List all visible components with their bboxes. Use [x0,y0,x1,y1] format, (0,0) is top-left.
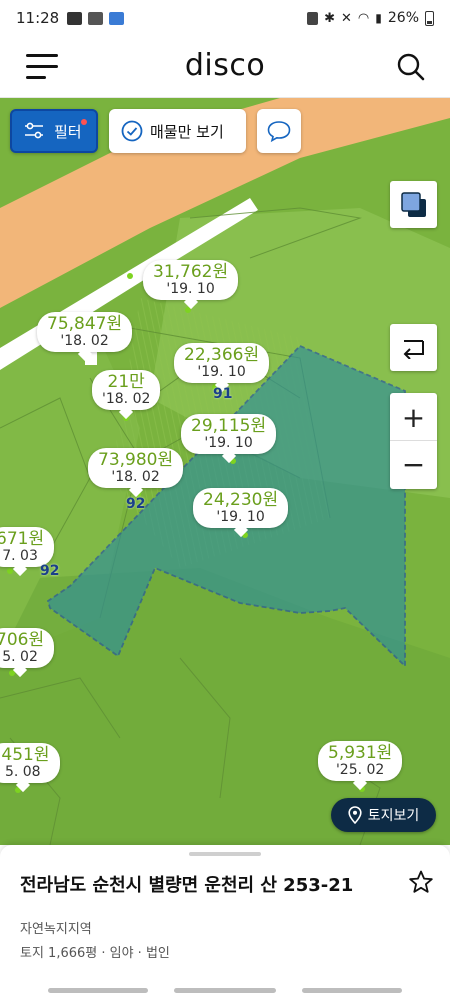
zoom-out-button[interactable]: − [390,441,437,488]
listing-only-toggle[interactable]: 매물만 보기 [109,109,246,153]
price-amount: 24,230원 [203,490,279,510]
land-view-label: 토지보기 [367,808,420,824]
price-tag[interactable]: 706원 5. 02 [0,628,55,677]
lot-number: 91 [213,386,233,402]
bluetooth-icon: ✱ [324,10,336,26]
price-date: 5. 02 [2,648,38,665]
price-tag[interactable]: 73,980원 '18. 02 [88,448,184,497]
price-amount: 22,366원 [184,345,260,365]
nav-back-handle[interactable] [48,988,148,993]
layers-icon [400,191,426,217]
star-outline-icon[interactable] [408,869,434,895]
signal-icon: ▮ [375,11,382,25]
chat-button[interactable] [257,109,301,153]
price-amount: 21만 [107,372,145,392]
return-arrow-icon [403,339,424,359]
property-address: 전라남도 순천시 별량면 운천리 산 253-21 [20,875,354,896]
status-bar: 11:28 ✱ ✕ ◠ ▮ 26% [0,0,450,36]
wifi-icon: ◠ [357,10,370,26]
mute-icon: ✕ [341,10,352,26]
map-canvas [0,98,450,845]
sheet-drag-handle[interactable] [189,852,261,856]
reset-view-button[interactable] [390,324,437,371]
land-info: 토지 1,666평 · 임야 · 법인 [20,946,170,961]
land-view-button[interactable]: 토지보기 [331,798,436,832]
price-tag[interactable]: 75,847원 '18. 02 [37,312,133,361]
filter-label: 필터 [54,122,82,141]
price-tag[interactable]: 671원 7. 03 [0,527,55,576]
price-tag[interactable]: 24,230원 '19. 10 [193,488,289,537]
sliders-icon [25,122,43,139]
map-app-icon [109,11,125,25]
zoom-control: + − [390,393,437,489]
price-tag[interactable]: 22,366원 '19. 10 [174,343,270,392]
price-amount: ,451원 [0,745,50,765]
price-amount: 706원 [0,630,45,650]
price-date: 5. 08 [4,763,41,780]
price-date: 7. 03 [2,547,38,564]
search-icon[interactable] [396,52,426,82]
price-tag[interactable]: 31,762원 '19. 10 [143,260,239,309]
battery-icon [425,10,434,26]
price-tag[interactable]: ,451원 5. 08 [0,743,60,792]
zoning-label: 자연녹지지역 [20,922,92,937]
filter-button[interactable]: 필터 [10,109,98,153]
speech-bubble-icon [267,121,291,143]
price-amount: 73,980원 [98,450,174,470]
price-amount: 5,931원 [328,743,393,763]
status-time: 11:28 [16,9,60,27]
layers-button[interactable] [390,181,437,228]
listing-only-label: 매물만 보기 [150,122,224,141]
location-pin-icon [348,806,362,824]
lot-number: 92 [126,496,146,512]
price-tag[interactable]: 29,115원 '19. 10 [181,414,277,463]
check-circle-icon [121,120,143,142]
zoom-in-button[interactable]: + [390,394,437,441]
price-amount: 29,115원 [191,416,267,436]
lock-icon [307,11,319,25]
nav-home-handle[interactable] [174,988,276,993]
app-logo: disco [184,48,266,83]
property-bottom-sheet[interactable]: 전라남도 순천시 별량면 운천리 산 253-21 자연녹지지역 토지 1,66… [0,845,450,1000]
lot-number: 92 [40,563,60,579]
notification-icon [88,11,104,25]
price-tag[interactable]: 21만 '18. 02 [92,370,161,419]
gallery-icon [67,11,83,25]
price-amount: 671원 [0,529,45,549]
price-amount: 75,847원 [47,314,123,334]
filter-badge-dot [81,119,87,125]
price-amount: 31,762원 [153,262,229,282]
battery-level: 26% [387,10,419,26]
price-tag[interactable]: 5,931원 '25. 02 [318,741,403,790]
nav-recents-handle[interactable] [302,988,402,993]
map-view[interactable]: 필터 매물만 보기 + − 31,762원 '19. 10 75,847원 '1… [0,98,450,845]
app-bar: disco [0,36,450,98]
